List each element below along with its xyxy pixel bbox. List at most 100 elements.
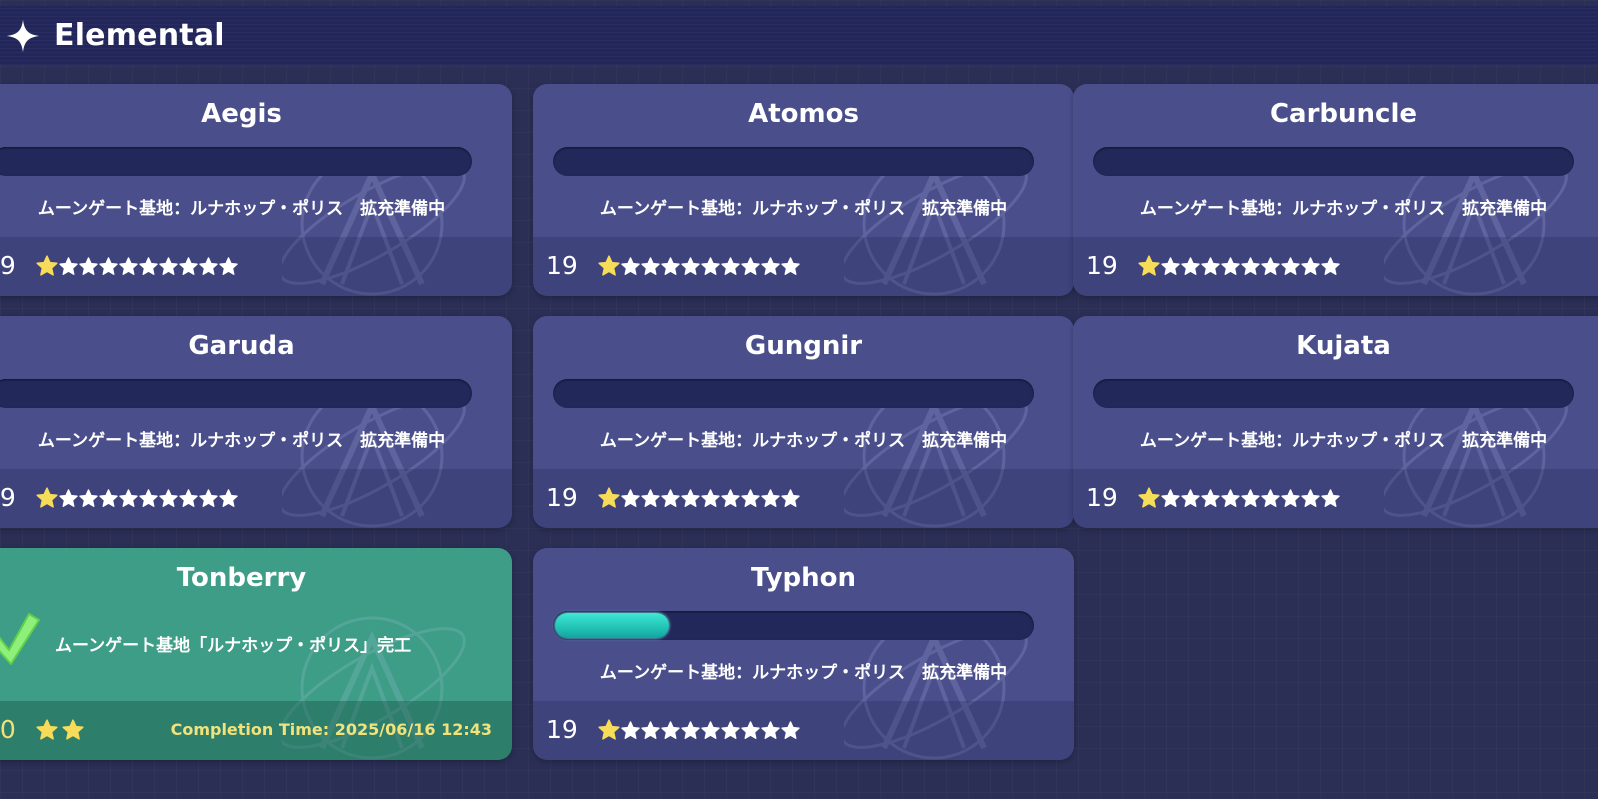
white-star-icon <box>218 256 239 281</box>
gold-star-icon <box>61 718 85 746</box>
card-title: Gungnir <box>744 331 863 361</box>
completion-time: Completion Time: 2025/06/16 12:43 <box>170 720 492 739</box>
card-footer: 19 <box>533 237 1074 296</box>
star-rating <box>597 486 801 514</box>
card-title: Aegis <box>201 99 282 129</box>
gold-star-icon <box>597 486 621 514</box>
white-star-icon <box>740 256 761 281</box>
white-star-icon <box>1220 256 1241 281</box>
white-star-icon <box>1280 256 1301 281</box>
white-star-icon <box>740 720 761 745</box>
card-footer: 19 <box>1073 237 1598 296</box>
progress-bar <box>553 379 1034 408</box>
gold-star-icon <box>597 718 621 746</box>
progress-bar <box>1093 147 1574 176</box>
white-star-icon <box>760 488 781 513</box>
card-title: Carbuncle <box>1269 99 1418 129</box>
progress-bar <box>553 147 1034 176</box>
white-star-icon <box>98 488 119 513</box>
white-star-icon <box>700 720 721 745</box>
status-text: ムーンゲート基地：ルナホップ・ポリス 拡充準備中 <box>599 663 1008 683</box>
white-star-icon <box>660 256 681 281</box>
card-garuda[interactable]: Garuda ムーンゲート基地：ルナホップ・ポリス 拡充準備中 19 <box>0 316 512 528</box>
white-star-icon <box>1260 488 1281 513</box>
card-typhon[interactable]: Typhon ムーンゲート基地：ルナホップ・ポリス 拡充準備中 19 <box>533 548 1074 760</box>
white-star-icon <box>620 256 641 281</box>
white-star-icon <box>158 256 179 281</box>
white-star-icon <box>1280 488 1301 513</box>
card-footer: 19 <box>0 469 512 528</box>
white-star-icon <box>1200 488 1221 513</box>
status-text: ムーンゲート基地：ルナホップ・ポリス 拡充準備中 <box>37 431 446 451</box>
card-gungnir[interactable]: Gungnir ムーンゲート基地：ルナホップ・ポリス 拡充準備中 19 <box>533 316 1074 528</box>
white-star-icon <box>58 256 79 281</box>
white-star-icon <box>218 488 239 513</box>
card-atomos[interactable]: Atomos ムーンゲート基地：ルナホップ・ポリス 拡充準備中 19 <box>533 84 1074 296</box>
level-number: 19 <box>546 251 578 280</box>
card-kujata[interactable]: Kujata ムーンゲート基地：ルナホップ・ポリス 拡充準備中 19 <box>1073 316 1598 528</box>
level-number: 19 <box>0 483 16 512</box>
card-aegis[interactable]: Aegis ムーンゲート基地：ルナホップ・ポリス 拡充準備中 19 <box>0 84 512 296</box>
white-star-icon <box>198 256 219 281</box>
progress-bar <box>1093 379 1574 408</box>
white-star-icon <box>1180 488 1201 513</box>
level-number: 19 <box>1086 251 1118 280</box>
level-number: 19 <box>546 715 578 744</box>
white-star-icon <box>58 488 79 513</box>
card-title: Typhon <box>750 563 857 593</box>
star-rating <box>1137 254 1341 282</box>
gold-star-icon <box>35 486 59 514</box>
gold-star-icon <box>1137 254 1161 282</box>
checkmark-icon <box>0 613 40 665</box>
card-carbuncle[interactable]: Carbuncle ムーンゲート基地：ルナホップ・ポリス 拡充準備中 19 <box>1073 84 1598 296</box>
progress-bar <box>0 147 472 176</box>
white-star-icon <box>640 488 661 513</box>
card-title: Garuda <box>188 331 295 361</box>
white-star-icon <box>720 256 741 281</box>
star-rating <box>597 254 801 282</box>
card-footer: 19 <box>1073 469 1598 528</box>
gold-star-icon <box>1137 486 1161 514</box>
gold-star-icon <box>597 254 621 282</box>
progress-fill <box>555 613 670 638</box>
level-number: 19 <box>546 483 578 512</box>
white-star-icon <box>680 720 701 745</box>
white-star-icon <box>640 256 661 281</box>
card-title: Atomos <box>748 99 859 129</box>
white-star-icon <box>178 488 199 513</box>
white-star-icon <box>780 488 801 513</box>
status-text: ムーンゲート基地：ルナホップ・ポリス 拡充準備中 <box>599 431 1008 451</box>
card-tonberry[interactable]: Tonberry ムーンゲート基地「ルナホップ・ポリス」完工 20 Completio… <box>0 548 512 760</box>
white-star-icon <box>660 488 681 513</box>
level-number: 19 <box>1086 483 1118 512</box>
white-star-icon <box>700 256 721 281</box>
level-number: 20 <box>0 715 16 744</box>
card-title: Kujata <box>1296 331 1391 361</box>
white-star-icon <box>1220 488 1241 513</box>
white-star-icon <box>760 720 781 745</box>
white-star-icon <box>760 256 781 281</box>
white-star-icon <box>660 720 681 745</box>
star-rating <box>597 718 801 746</box>
white-star-icon <box>1240 488 1261 513</box>
card-footer: 20 Completion Time: 2025/06/16 12:43 <box>0 701 512 760</box>
white-star-icon <box>1200 256 1221 281</box>
status-text: ムーンゲート基地：ルナホップ・ポリス 拡充準備中 <box>1139 199 1548 219</box>
white-star-icon <box>720 488 741 513</box>
white-star-icon <box>1240 256 1261 281</box>
white-star-icon <box>680 256 701 281</box>
white-star-icon <box>700 488 721 513</box>
white-star-icon <box>78 488 99 513</box>
status-text: ムーンゲート基地「ルナホップ・ポリス」完工 <box>55 636 412 656</box>
section-title: Elemental <box>54 18 225 53</box>
white-star-icon <box>118 256 139 281</box>
star-rating <box>35 486 239 514</box>
status-text: ムーンゲート基地：ルナホップ・ポリス 拡充準備中 <box>1139 431 1548 451</box>
star-rating <box>35 718 87 746</box>
white-star-icon <box>720 720 741 745</box>
white-star-icon <box>178 256 199 281</box>
white-star-icon <box>1320 256 1341 281</box>
white-star-icon <box>98 256 119 281</box>
white-star-icon <box>680 488 701 513</box>
progress-bar <box>0 379 472 408</box>
